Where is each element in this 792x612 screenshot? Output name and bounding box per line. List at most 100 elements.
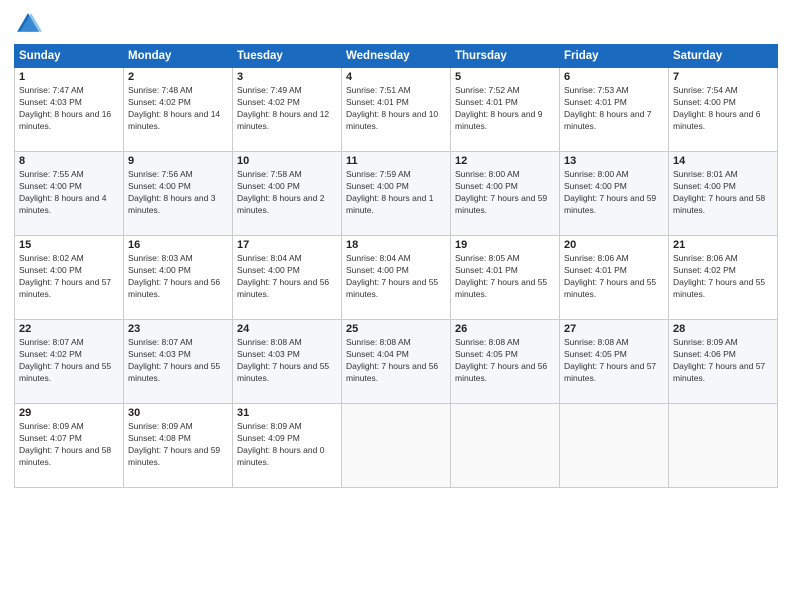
day-number: 20 — [564, 239, 664, 251]
day-number: 13 — [564, 155, 664, 167]
calendar-cell: 25 Sunrise: 8:08 AM Sunset: 4:04 PM Dayl… — [342, 320, 451, 404]
calendar-cell: 17 Sunrise: 8:04 AM Sunset: 4:00 PM Dayl… — [233, 236, 342, 320]
header — [14, 10, 778, 38]
cell-content: Sunrise: 8:00 AM Sunset: 4:00 PM Dayligh… — [455, 169, 555, 217]
day-number: 28 — [673, 323, 773, 335]
cell-content: Sunrise: 7:47 AM Sunset: 4:03 PM Dayligh… — [19, 85, 119, 133]
cell-content: Sunrise: 8:00 AM Sunset: 4:00 PM Dayligh… — [564, 169, 664, 217]
week-row-4: 22 Sunrise: 8:07 AM Sunset: 4:02 PM Dayl… — [15, 320, 778, 404]
cell-content: Sunrise: 8:07 AM Sunset: 4:03 PM Dayligh… — [128, 337, 228, 385]
cell-content: Sunrise: 8:03 AM Sunset: 4:00 PM Dayligh… — [128, 253, 228, 301]
cell-content: Sunrise: 8:01 AM Sunset: 4:00 PM Dayligh… — [673, 169, 773, 217]
calendar-cell: 24 Sunrise: 8:08 AM Sunset: 4:03 PM Dayl… — [233, 320, 342, 404]
day-number: 7 — [673, 71, 773, 83]
calendar-cell: 29 Sunrise: 8:09 AM Sunset: 4:07 PM Dayl… — [15, 404, 124, 488]
calendar-cell — [560, 404, 669, 488]
cell-content: Sunrise: 8:08 AM Sunset: 4:04 PM Dayligh… — [346, 337, 446, 385]
cell-content: Sunrise: 8:02 AM Sunset: 4:00 PM Dayligh… — [19, 253, 119, 301]
cell-content: Sunrise: 8:08 AM Sunset: 4:03 PM Dayligh… — [237, 337, 337, 385]
calendar-cell: 18 Sunrise: 8:04 AM Sunset: 4:00 PM Dayl… — [342, 236, 451, 320]
cell-content: Sunrise: 7:55 AM Sunset: 4:00 PM Dayligh… — [19, 169, 119, 217]
calendar-cell: 15 Sunrise: 8:02 AM Sunset: 4:00 PM Dayl… — [15, 236, 124, 320]
page: SundayMondayTuesdayWednesdayThursdayFrid… — [0, 0, 792, 612]
calendar-cell: 19 Sunrise: 8:05 AM Sunset: 4:01 PM Dayl… — [451, 236, 560, 320]
calendar-cell: 8 Sunrise: 7:55 AM Sunset: 4:00 PM Dayli… — [15, 152, 124, 236]
cell-content: Sunrise: 8:05 AM Sunset: 4:01 PM Dayligh… — [455, 253, 555, 301]
cell-content: Sunrise: 8:08 AM Sunset: 4:05 PM Dayligh… — [455, 337, 555, 385]
day-number: 21 — [673, 239, 773, 251]
weekday-wednesday: Wednesday — [342, 45, 451, 68]
calendar-cell: 21 Sunrise: 8:06 AM Sunset: 4:02 PM Dayl… — [669, 236, 778, 320]
calendar-table: SundayMondayTuesdayWednesdayThursdayFrid… — [14, 44, 778, 488]
day-number: 23 — [128, 323, 228, 335]
logo-icon — [14, 10, 42, 38]
weekday-monday: Monday — [124, 45, 233, 68]
cell-content: Sunrise: 7:49 AM Sunset: 4:02 PM Dayligh… — [237, 85, 337, 133]
day-number: 30 — [128, 407, 228, 419]
cell-content: Sunrise: 7:56 AM Sunset: 4:00 PM Dayligh… — [128, 169, 228, 217]
day-number: 19 — [455, 239, 555, 251]
day-number: 10 — [237, 155, 337, 167]
day-number: 15 — [19, 239, 119, 251]
calendar-cell: 20 Sunrise: 8:06 AM Sunset: 4:01 PM Dayl… — [560, 236, 669, 320]
calendar-cell: 4 Sunrise: 7:51 AM Sunset: 4:01 PM Dayli… — [342, 68, 451, 152]
weekday-tuesday: Tuesday — [233, 45, 342, 68]
calendar-cell: 27 Sunrise: 8:08 AM Sunset: 4:05 PM Dayl… — [560, 320, 669, 404]
calendar-cell: 14 Sunrise: 8:01 AM Sunset: 4:00 PM Dayl… — [669, 152, 778, 236]
calendar-cell: 3 Sunrise: 7:49 AM Sunset: 4:02 PM Dayli… — [233, 68, 342, 152]
cell-content: Sunrise: 8:07 AM Sunset: 4:02 PM Dayligh… — [19, 337, 119, 385]
day-number: 9 — [128, 155, 228, 167]
weekday-sunday: Sunday — [15, 45, 124, 68]
calendar-cell: 2 Sunrise: 7:48 AM Sunset: 4:02 PM Dayli… — [124, 68, 233, 152]
calendar-cell: 11 Sunrise: 7:59 AM Sunset: 4:00 PM Dayl… — [342, 152, 451, 236]
cell-content: Sunrise: 7:58 AM Sunset: 4:00 PM Dayligh… — [237, 169, 337, 217]
calendar-cell: 7 Sunrise: 7:54 AM Sunset: 4:00 PM Dayli… — [669, 68, 778, 152]
cell-content: Sunrise: 7:48 AM Sunset: 4:02 PM Dayligh… — [128, 85, 228, 133]
calendar-cell: 31 Sunrise: 8:09 AM Sunset: 4:09 PM Dayl… — [233, 404, 342, 488]
calendar-cell: 6 Sunrise: 7:53 AM Sunset: 4:01 PM Dayli… — [560, 68, 669, 152]
day-number: 26 — [455, 323, 555, 335]
cell-content: Sunrise: 8:06 AM Sunset: 4:02 PM Dayligh… — [673, 253, 773, 301]
day-number: 1 — [19, 71, 119, 83]
day-number: 18 — [346, 239, 446, 251]
day-number: 11 — [346, 155, 446, 167]
calendar-cell: 23 Sunrise: 8:07 AM Sunset: 4:03 PM Dayl… — [124, 320, 233, 404]
day-number: 16 — [128, 239, 228, 251]
calendar-cell: 16 Sunrise: 8:03 AM Sunset: 4:00 PM Dayl… — [124, 236, 233, 320]
weekday-saturday: Saturday — [669, 45, 778, 68]
cell-content: Sunrise: 7:52 AM Sunset: 4:01 PM Dayligh… — [455, 85, 555, 133]
calendar-cell — [669, 404, 778, 488]
day-number: 31 — [237, 407, 337, 419]
week-row-1: 1 Sunrise: 7:47 AM Sunset: 4:03 PM Dayli… — [15, 68, 778, 152]
calendar-cell: 12 Sunrise: 8:00 AM Sunset: 4:00 PM Dayl… — [451, 152, 560, 236]
cell-content: Sunrise: 8:06 AM Sunset: 4:01 PM Dayligh… — [564, 253, 664, 301]
calendar-cell: 1 Sunrise: 7:47 AM Sunset: 4:03 PM Dayli… — [15, 68, 124, 152]
calendar-cell: 10 Sunrise: 7:58 AM Sunset: 4:00 PM Dayl… — [233, 152, 342, 236]
week-row-2: 8 Sunrise: 7:55 AM Sunset: 4:00 PM Dayli… — [15, 152, 778, 236]
cell-content: Sunrise: 7:54 AM Sunset: 4:00 PM Dayligh… — [673, 85, 773, 133]
day-number: 3 — [237, 71, 337, 83]
calendar-cell — [451, 404, 560, 488]
cell-content: Sunrise: 7:51 AM Sunset: 4:01 PM Dayligh… — [346, 85, 446, 133]
day-number: 27 — [564, 323, 664, 335]
calendar-cell: 30 Sunrise: 8:09 AM Sunset: 4:08 PM Dayl… — [124, 404, 233, 488]
day-number: 8 — [19, 155, 119, 167]
week-row-5: 29 Sunrise: 8:09 AM Sunset: 4:07 PM Dayl… — [15, 404, 778, 488]
day-number: 29 — [19, 407, 119, 419]
cell-content: Sunrise: 8:04 AM Sunset: 4:00 PM Dayligh… — [346, 253, 446, 301]
week-row-3: 15 Sunrise: 8:02 AM Sunset: 4:00 PM Dayl… — [15, 236, 778, 320]
day-number: 2 — [128, 71, 228, 83]
logo — [14, 10, 46, 38]
cell-content: Sunrise: 7:59 AM Sunset: 4:00 PM Dayligh… — [346, 169, 446, 217]
day-number: 22 — [19, 323, 119, 335]
day-number: 12 — [455, 155, 555, 167]
day-number: 4 — [346, 71, 446, 83]
weekday-friday: Friday — [560, 45, 669, 68]
cell-content: Sunrise: 8:08 AM Sunset: 4:05 PM Dayligh… — [564, 337, 664, 385]
weekday-header-row: SundayMondayTuesdayWednesdayThursdayFrid… — [15, 45, 778, 68]
calendar-cell: 28 Sunrise: 8:09 AM Sunset: 4:06 PM Dayl… — [669, 320, 778, 404]
day-number: 14 — [673, 155, 773, 167]
cell-content: Sunrise: 8:09 AM Sunset: 4:07 PM Dayligh… — [19, 421, 119, 469]
calendar-cell — [342, 404, 451, 488]
cell-content: Sunrise: 8:09 AM Sunset: 4:09 PM Dayligh… — [237, 421, 337, 469]
